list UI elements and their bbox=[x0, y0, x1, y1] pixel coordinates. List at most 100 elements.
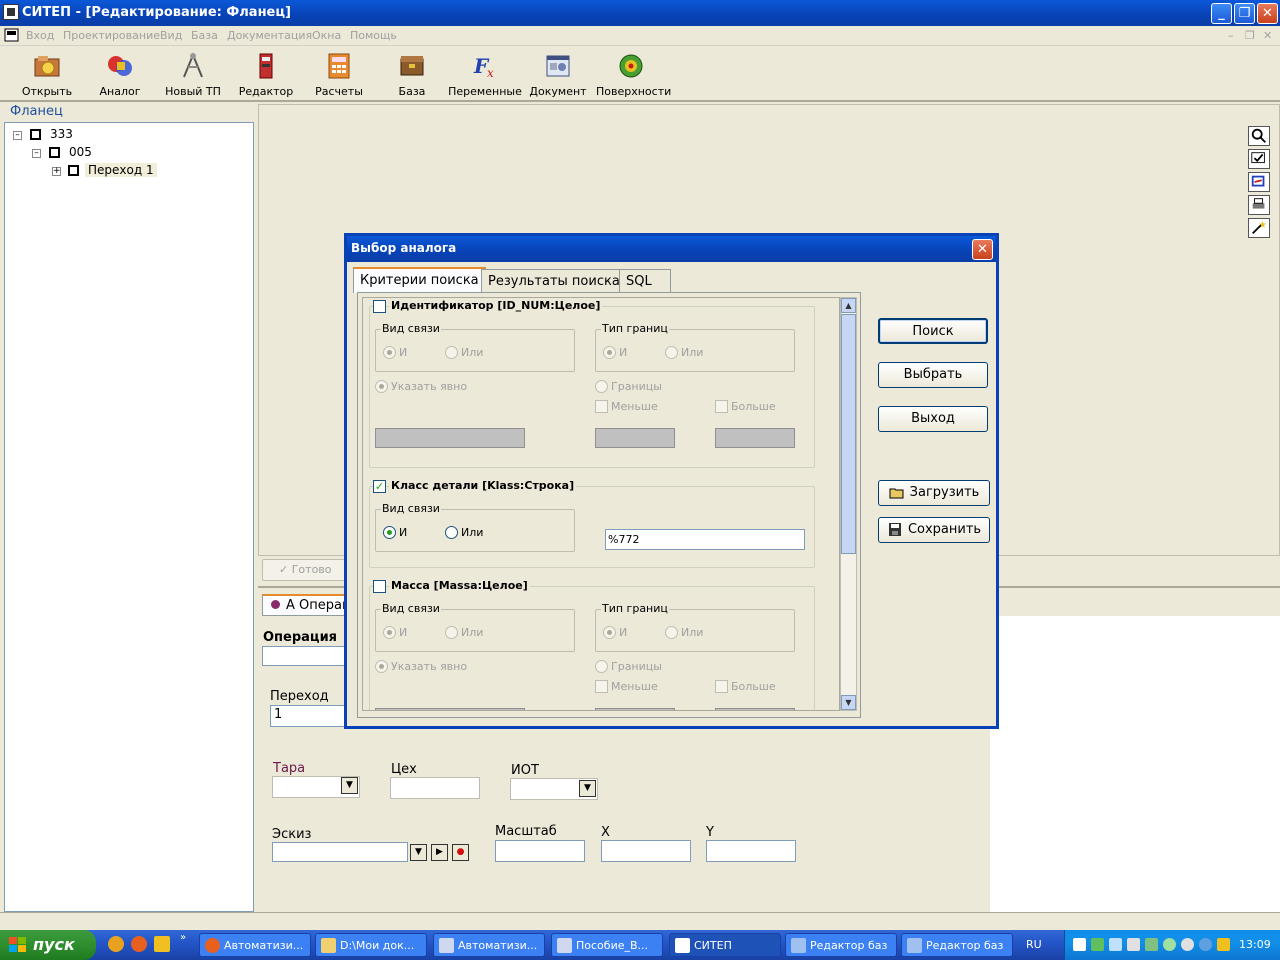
menu-item-vid[interactable]: Вид bbox=[160, 29, 182, 42]
taskbar-item-6[interactable]: Редактор баз bbox=[785, 933, 897, 957]
exit-button[interactable]: Выход bbox=[878, 406, 988, 432]
vertical-scrollbar[interactable]: ▲ ▼ bbox=[840, 297, 857, 711]
tara-dropdown-button[interactable]: ▼ bbox=[341, 777, 358, 794]
language-indicator[interactable]: RU bbox=[1026, 938, 1042, 951]
minimize-button[interactable]: _ bbox=[1211, 3, 1232, 24]
scroll-thumb[interactable] bbox=[841, 314, 856, 554]
id-and-radio[interactable] bbox=[383, 346, 396, 359]
dialog-close-button[interactable]: ✕ bbox=[972, 239, 993, 260]
klass-checkbox[interactable]: ✓ bbox=[373, 480, 386, 493]
tseh-field[interactable] bbox=[390, 777, 480, 799]
mdi-doc-icon[interactable] bbox=[4, 28, 20, 43]
tab-sql[interactable]: SQL bbox=[619, 269, 671, 293]
massa-less-checkbox[interactable] bbox=[595, 680, 608, 693]
toolbar-new-tp-button[interactable]: Новый ТП bbox=[158, 48, 228, 100]
close-button[interactable]: ✕ bbox=[1257, 3, 1278, 24]
massa-or-radio[interactable] bbox=[445, 626, 458, 639]
toolbar-editor-button[interactable]: Редактор bbox=[231, 48, 301, 100]
security-icon[interactable] bbox=[1145, 938, 1158, 951]
usb-icon[interactable] bbox=[1127, 938, 1140, 951]
eskiz-record-button[interactable]: ● bbox=[452, 844, 469, 861]
tray-globe-icon[interactable] bbox=[1199, 938, 1212, 951]
eskiz-dropdown-button[interactable]: ▼ bbox=[410, 844, 427, 861]
tree-node-333[interactable]: 333 bbox=[50, 127, 73, 141]
menu-item-proektirovanie[interactable]: Проектирование bbox=[63, 29, 160, 42]
id-less-field[interactable] bbox=[595, 428, 675, 448]
toolbar-variables-button[interactable]: Fx Переменные bbox=[448, 48, 522, 100]
network-icon[interactable] bbox=[1091, 938, 1104, 951]
eskiz-play-button[interactable]: ▶ bbox=[431, 844, 448, 861]
taskbar-item-3[interactable]: Автоматизи... bbox=[433, 933, 545, 957]
menu-item-pomosch[interactable]: Помощь bbox=[350, 29, 397, 42]
transition-field[interactable]: 1 bbox=[270, 705, 348, 727]
start-button[interactable]: пуск bbox=[0, 930, 96, 960]
mdi-minimize-icon[interactable]: – bbox=[1228, 29, 1234, 42]
massa-ranges-radio[interactable] bbox=[595, 660, 608, 673]
massa-bounds-and-radio[interactable] bbox=[603, 626, 616, 639]
massa-value-field[interactable] bbox=[375, 708, 525, 710]
app-icon[interactable] bbox=[3, 4, 19, 20]
id-more-checkbox[interactable] bbox=[715, 400, 728, 413]
id-or-radio[interactable] bbox=[445, 346, 458, 359]
massa-less-field[interactable] bbox=[595, 708, 675, 710]
side-tool-refresh[interactable] bbox=[1248, 172, 1270, 192]
id-more-field[interactable] bbox=[715, 428, 795, 448]
tray-app-icon[interactable] bbox=[1109, 938, 1122, 951]
chevron-right-icon[interactable]: » bbox=[180, 932, 186, 943]
menu-item-okna[interactable]: Окна bbox=[312, 29, 341, 42]
collapse-icon[interactable]: – bbox=[32, 149, 41, 158]
massa-more-checkbox[interactable] bbox=[715, 680, 728, 693]
mashtab-field[interactable] bbox=[495, 840, 585, 862]
side-tool-zoom[interactable] bbox=[1248, 126, 1270, 146]
search-button[interactable]: Поиск bbox=[878, 318, 988, 344]
update-icon[interactable] bbox=[1163, 938, 1176, 951]
collapse-icon[interactable]: – bbox=[13, 131, 22, 140]
side-tool-check[interactable] bbox=[1248, 149, 1270, 169]
taskbar-item-7[interactable]: Редактор баз bbox=[901, 933, 1013, 957]
toolbar-open-button[interactable]: Открыть bbox=[12, 48, 82, 100]
toolbar-surfaces-button[interactable]: Поверхности bbox=[596, 48, 671, 100]
scroll-down-icon[interactable]: ▼ bbox=[841, 695, 856, 710]
id-explicit-radio[interactable] bbox=[375, 380, 388, 393]
menu-item-vhod[interactable]: Вход bbox=[26, 29, 54, 42]
klass-or-radio[interactable] bbox=[445, 526, 458, 539]
tree-view[interactable]: – 333 – 005 + Переход 1 bbox=[4, 122, 254, 912]
taskbar-item-5[interactable]: СИТЕП bbox=[669, 933, 781, 957]
x-field[interactable] bbox=[601, 840, 691, 862]
operation-field[interactable] bbox=[262, 646, 348, 666]
mdi-close-icon[interactable]: ✕ bbox=[1263, 29, 1272, 42]
id-less-checkbox[interactable] bbox=[595, 400, 608, 413]
tree-node-perehod-1[interactable]: Переход 1 bbox=[85, 163, 157, 177]
clock-app-icon[interactable] bbox=[1181, 938, 1194, 951]
taskbar-item-2[interactable]: D:\Мои док... bbox=[315, 933, 427, 957]
select-button[interactable]: Выбрать bbox=[878, 362, 988, 388]
massa-explicit-radio[interactable] bbox=[375, 660, 388, 673]
id-ranges-radio[interactable] bbox=[595, 380, 608, 393]
id-bounds-or-radio[interactable] bbox=[665, 346, 678, 359]
criteria-scroll-area[interactable]: Идентификатор [ID_NUM:Целое] Вид связи И… bbox=[362, 297, 840, 711]
massa-and-radio[interactable] bbox=[383, 626, 396, 639]
load-button[interactable]: Загрузить bbox=[878, 480, 990, 506]
klass-value-field[interactable]: %772 bbox=[605, 529, 805, 550]
klass-and-radio[interactable] bbox=[383, 526, 396, 539]
toolbar-analog-button[interactable]: Аналог bbox=[85, 48, 155, 100]
y-field[interactable] bbox=[706, 840, 796, 862]
id-value-field[interactable] bbox=[375, 428, 525, 448]
menu-item-baza[interactable]: База bbox=[191, 29, 218, 42]
lightning-tray-icon[interactable] bbox=[1217, 938, 1230, 951]
side-tool-print[interactable] bbox=[1248, 195, 1270, 215]
iot-dropdown-button[interactable]: ▼ bbox=[579, 780, 596, 797]
id-bounds-and-radio[interactable] bbox=[603, 346, 616, 359]
ready-button[interactable]: ✓ Готово bbox=[262, 559, 346, 581]
massa-checkbox[interactable] bbox=[373, 580, 386, 593]
lightning-quicklaunch-icon[interactable] bbox=[154, 936, 170, 952]
tab-operation[interactable]: А Операц bbox=[262, 594, 352, 616]
tab-search-results[interactable]: Результаты поиска bbox=[481, 269, 627, 293]
menu-item-dokumentatsiya[interactable]: Документация bbox=[227, 29, 312, 42]
massa-more-field[interactable] bbox=[715, 708, 795, 710]
volume-icon[interactable] bbox=[1073, 938, 1086, 951]
mdi-restore-icon[interactable]: ❐ bbox=[1245, 29, 1255, 42]
side-tool-wand[interactable] bbox=[1248, 218, 1270, 238]
id-checkbox[interactable] bbox=[373, 300, 386, 313]
taskbar-item-1[interactable]: Автоматизи... bbox=[199, 933, 311, 957]
